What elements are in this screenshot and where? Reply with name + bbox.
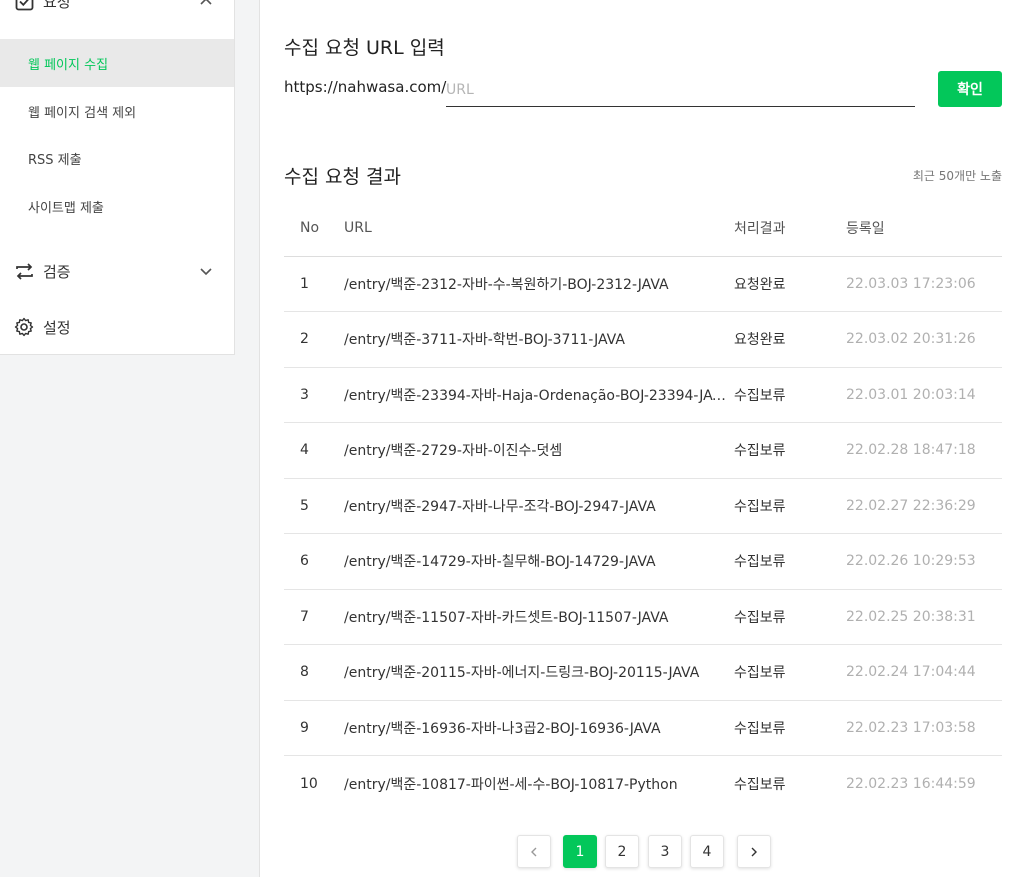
cell-no: 10 <box>300 775 318 792</box>
sidebar: 요청 웹 페이지 수집 웹 페이지 검색 제외 RSS 제출 사이트맵 제출 검… <box>0 0 235 355</box>
gear-icon <box>14 317 34 337</box>
sidebar-group-verify[interactable]: 검증 <box>0 246 234 296</box>
sidebar-item-label: 웹 페이지 수집 <box>28 57 109 73</box>
cell-url[interactable]: /entry/백준-2729-자바-이진수-덧셈 <box>344 423 734 479</box>
cell-url[interactable]: /entry/백준-2312-자바-수-복원하기-BOJ-2312-JAVA <box>344 256 734 312</box>
sidebar-item-label: 사이트맵 제출 <box>28 200 104 216</box>
column-header-no: No <box>284 200 344 257</box>
page-button-3[interactable]: 3 <box>648 835 682 868</box>
cell-date: 22.02.27 22:36:29 <box>846 497 976 514</box>
column-header-status: 처리결과 <box>734 200 846 257</box>
cell-status: 수집보류 <box>734 665 786 682</box>
page-button-1[interactable]: 1 <box>563 835 597 868</box>
cell-status: 수집보류 <box>734 609 786 626</box>
cell-url[interactable]: /entry/백준-23394-자바-Haja-Ordenação-BOJ-23… <box>344 367 734 423</box>
cell-no: 4 <box>300 442 309 459</box>
cell-url[interactable]: /entry/백준-16936-자바-나3곱2-BOJ-16936-JAVA <box>344 700 734 756</box>
sidebar-group-request-label: 요청 <box>43 0 71 11</box>
cell-status: 수집보류 <box>734 720 786 737</box>
cell-no: 2 <box>300 331 309 348</box>
table-row: 4/entry/백준-2729-자바-이진수-덧셈 수집보류 22.02.28 18… <box>284 423 1002 479</box>
cell-no: 7 <box>300 608 309 625</box>
cell-status: 수집보류 <box>734 387 786 404</box>
chevron-left-icon[interactable] <box>517 835 551 868</box>
sidebar-group-request[interactable]: 요청 <box>0 0 234 26</box>
cell-status: 요청완료 <box>734 276 786 293</box>
cell-date: 22.02.28 18:47:18 <box>846 442 976 459</box>
cell-date: 22.02.24 17:04:44 <box>846 664 976 681</box>
sidebar-group-verify-label: 검증 <box>43 262 71 281</box>
cell-no: 6 <box>300 553 309 570</box>
cell-url[interactable]: /entry/백준-10817-파이썬-세-수-BOJ-10817-Python <box>344 756 734 812</box>
chevron-down-icon[interactable] <box>198 263 214 279</box>
cell-status: 수집보류 <box>734 443 786 460</box>
cell-date: 22.03.02 20:31:26 <box>846 331 976 348</box>
table-row: 1/entry/백준-2312-자바-수-복원하기-BOJ-2312-JAVA 요… <box>284 256 1002 312</box>
cell-url[interactable]: /entry/백준-20115-자바-에너지-드링크-BOJ-20115-JAV… <box>344 645 734 701</box>
cell-url[interactable]: /entry/백준-11507-자바-카드셋트-BOJ-11507-JAVA <box>344 589 734 645</box>
cell-url[interactable]: /entry/백준-3711-자바-학번-BOJ-3711-JAVA <box>344 312 734 368</box>
page-button-4[interactable]: 4 <box>690 835 724 868</box>
sidebar-item-webpage-exclude[interactable]: 웹 페이지 검색 제외 <box>0 87 234 135</box>
check-square-icon <box>14 0 34 11</box>
table-body: 1/entry/백준-2312-자바-수-복원하기-BOJ-2312-JAVA 요… <box>284 256 1002 811</box>
cell-no: 9 <box>300 719 309 736</box>
sidebar-item-rss-submit[interactable]: RSS 제출 <box>0 134 234 182</box>
cell-date: 22.02.26 10:29:53 <box>846 553 976 570</box>
chevron-up-icon[interactable] <box>198 0 214 9</box>
recent-note: 최근 50개만 노출 <box>912 169 1002 183</box>
table-row: 8/entry/백준-20115-자바-에너지-드링크-BOJ-20115-JA… <box>284 645 1002 701</box>
cell-status: 요청완료 <box>734 332 786 349</box>
column-header-url: URL <box>344 200 734 257</box>
table-row: 2/entry/백준-3711-자바-학번-BOJ-3711-JAVA 요청완료 2… <box>284 312 1002 368</box>
sidebar-item-webpage-collect[interactable]: 웹 페이지 수집 <box>0 39 234 87</box>
cell-no: 5 <box>300 497 309 514</box>
table-row: 7/entry/백준-11507-자바-카드셋트-BOJ-11507-JAVA 수… <box>284 589 1002 645</box>
cell-status: 수집보류 <box>734 776 786 793</box>
table-row: 3/entry/백준-23394-자바-Haja-Ordenação-BOJ-2… <box>284 367 1002 423</box>
repeat-arrows-icon <box>14 261 34 281</box>
url-prefix: https://nahwasa.com/ <box>284 78 447 96</box>
confirm-button[interactable]: 확인 <box>938 71 1002 107</box>
cell-status: 수집보류 <box>734 554 786 571</box>
sidebar-settings[interactable]: 설정 <box>0 302 234 352</box>
sidebar-item-label: 웹 페이지 검색 제외 <box>28 105 137 121</box>
cell-date: 22.02.23 16:44:59 <box>846 775 976 792</box>
column-header-date: 등록일 <box>846 200 1002 257</box>
cell-date: 22.02.25 20:38:31 <box>846 608 976 625</box>
results-table: No URL 처리결과 등록일 1/entry/백준-2312-자바-수-복원하… <box>284 200 1002 811</box>
url-input[interactable] <box>446 73 915 107</box>
cell-status: 수집보류 <box>734 498 786 515</box>
main-panel: 수집 요청 URL 입력 https://nahwasa.com/ 확인 수집 … <box>259 0 1027 877</box>
table-row: 6/entry/백준-14729-자바-칠무해-BOJ-14729-JAVA 수집… <box>284 534 1002 590</box>
cell-url[interactable]: /entry/백준-2947-자바-나무-조각-BOJ-2947-JAVA <box>344 478 734 534</box>
cell-date: 22.02.23 17:03:58 <box>846 719 976 736</box>
cell-no: 1 <box>300 275 309 292</box>
chevron-right-icon[interactable] <box>737 835 771 868</box>
page-button-2[interactable]: 2 <box>605 835 639 868</box>
results-section-title: 수집 요청 결과 <box>284 166 401 188</box>
cell-date: 22.03.01 20:03:14 <box>846 386 976 403</box>
cell-url[interactable]: /entry/백준-14729-자바-칠무해-BOJ-14729-JAVA <box>344 534 734 590</box>
sidebar-item-sitemap-submit[interactable]: 사이트맵 제출 <box>0 182 234 230</box>
sidebar-settings-label: 설정 <box>43 318 71 337</box>
sidebar-item-label: RSS 제출 <box>28 152 82 168</box>
table-row: 10/entry/백준-10817-파이썬-세-수-BOJ-10817-Pyth… <box>284 756 1002 812</box>
table-row: 5/entry/백준-2947-자바-나무-조각-BOJ-2947-JAVA 수집… <box>284 478 1002 534</box>
cell-date: 22.03.03 17:23:06 <box>846 275 976 292</box>
table-header-row: No URL 처리결과 등록일 <box>284 200 1002 257</box>
table-row: 9/entry/백준-16936-자바-나3곱2-BOJ-16936-JAVA 수… <box>284 700 1002 756</box>
cell-no: 3 <box>300 386 309 403</box>
cell-no: 8 <box>300 664 309 681</box>
request-section-title: 수집 요청 URL 입력 <box>284 37 445 59</box>
